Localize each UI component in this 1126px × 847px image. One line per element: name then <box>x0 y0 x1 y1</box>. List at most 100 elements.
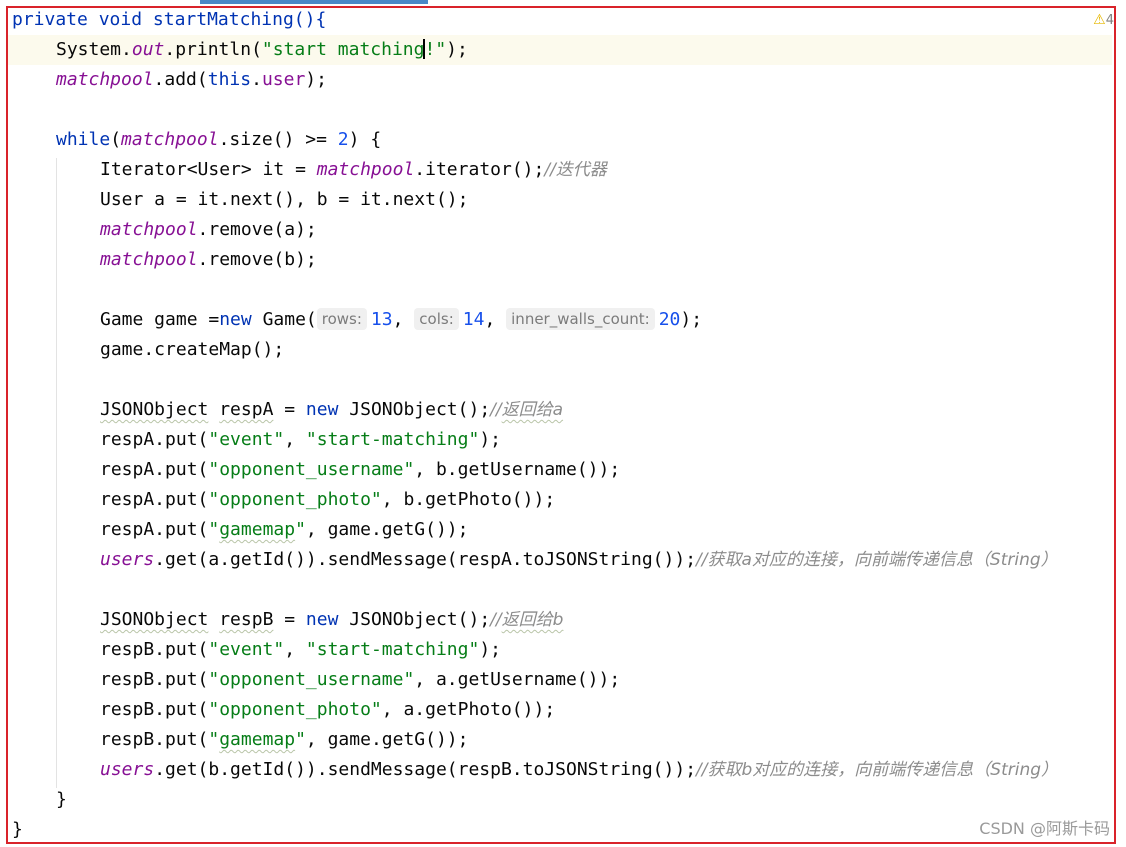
code-line[interactable]: respB.put("opponent_username", a.getUser… <box>100 665 620 695</box>
code-token: = <box>273 399 306 420</box>
code-line[interactable]: Iterator<User> it = matchpool.iterator()… <box>100 155 607 185</box>
code-token: .get(b.getId()).sendMessage(respB.toJSON… <box>154 759 697 780</box>
code-token: ) { <box>348 129 382 150</box>
code-token: , <box>284 639 306 660</box>
keyword: new <box>219 309 252 330</box>
code-token: respB <box>219 609 274 630</box>
comment: 返回给b <box>501 610 564 630</box>
code-token: Game game = <box>100 309 220 330</box>
number-literal: 20 <box>658 309 681 330</box>
comment: // <box>490 400 502 420</box>
warning-indicator[interactable]: ⚠4 <box>1093 12 1114 28</box>
string-literal: gamemap <box>219 519 296 540</box>
code-token: .iterator(); <box>414 159 545 180</box>
active-tab-indicator[interactable] <box>200 0 428 4</box>
code-token: Iterator<User> it = <box>100 159 317 180</box>
string-literal: " <box>295 519 306 540</box>
string-literal: "opponent_username" <box>208 459 415 480</box>
code-token: Game( <box>251 309 317 330</box>
comment: //迭代器 <box>544 160 607 180</box>
code-token: ); <box>479 639 501 660</box>
code-line[interactable]: users.get(a.getId()).sendMessage(respA.t… <box>100 545 1058 575</box>
static-field: matchpool <box>56 69 154 90</box>
comment: // <box>490 610 502 630</box>
code-token: .println( <box>164 39 262 60</box>
code-token: ); <box>446 39 468 60</box>
static-field: users <box>100 549 155 570</box>
parameter-hint: rows: <box>316 308 367 330</box>
code-line[interactable]: users.get(b.getId()).sendMessage(respB.t… <box>100 755 1058 785</box>
comment: //获取b对应的连接，向前端传递信息（String） <box>696 760 1059 780</box>
code-line[interactable]: respB.put("gamemap", game.getG()); <box>100 725 468 755</box>
code-line[interactable]: JSONObject respA = new JSONObject();//返回… <box>100 395 563 425</box>
editor-tab-bar <box>0 0 1126 4</box>
current-code-line[interactable]: System.out.println("start matching!"); <box>8 35 1112 65</box>
code-line[interactable]: respA.put("opponent_photo", b.getPhoto()… <box>100 485 555 515</box>
comment: 返回给a <box>501 400 564 420</box>
code-token: , b.getUsername()); <box>414 459 621 480</box>
method-declaration: startMatching(){ <box>152 9 327 30</box>
code-line[interactable]: respB.put("opponent_photo", a.getPhoto()… <box>100 695 555 725</box>
code-line[interactable]: game.createMap(); <box>100 335 284 365</box>
code-line[interactable]: Game game =new Game(rows: 13, cols: 14, in… <box>100 305 702 335</box>
code-line[interactable]: while(matchpool.size() >= 2) { <box>56 125 381 155</box>
static-field: matchpool <box>100 249 198 270</box>
string-literal: !" <box>424 39 447 60</box>
warning-triangle-icon: ⚠ <box>1093 12 1106 28</box>
code-token: JSONObject <box>100 399 209 420</box>
code-token: .get(a.getId()).sendMessage(respA.toJSON… <box>154 549 697 570</box>
code-token: ); <box>680 309 703 330</box>
string-literal: "start matching <box>261 39 425 60</box>
code-line[interactable]: matchpool.add(this.user); <box>56 65 327 95</box>
string-literal: "opponent_photo" <box>208 489 382 510</box>
code-token: , game.getG()); <box>305 729 469 750</box>
code-token: System. <box>56 39 132 60</box>
parameter-hint: cols: <box>414 308 459 330</box>
string-literal: " <box>208 729 220 750</box>
code-token: JSONObject <box>100 609 209 630</box>
string-literal: "opponent_username" <box>208 669 415 690</box>
code-token: respA.put( <box>100 429 209 450</box>
keyword: private <box>12 9 88 30</box>
code-line[interactable]: matchpool.remove(a); <box>100 215 317 245</box>
string-literal: "start-matching" <box>305 639 480 660</box>
code-token: , a.getPhoto()); <box>381 699 556 720</box>
code-line[interactable]: respB.put("event", "start-matching"); <box>100 635 501 665</box>
code-token: respB.put( <box>100 699 209 720</box>
code-line[interactable]: respA.put("opponent_username", b.getUser… <box>100 455 620 485</box>
code-token: , game.getG()); <box>305 519 469 540</box>
code-token: .remove(b); <box>197 249 317 270</box>
code-token: game.createMap(); <box>100 339 285 360</box>
code-line[interactable]: } <box>12 815 23 842</box>
string-literal: "start-matching" <box>305 429 480 450</box>
static-field: matchpool <box>100 219 198 240</box>
watermark: CSDN @阿斯卡码 <box>979 819 1110 838</box>
code-token: respB.put( <box>100 639 209 660</box>
number-literal: 14 <box>462 309 485 330</box>
code-line[interactable]: private void startMatching(){ <box>12 8 326 35</box>
code-line[interactable]: respA.put("gamemap", game.getG()); <box>100 515 468 545</box>
field: user <box>261 69 306 90</box>
keyword: new <box>305 399 339 420</box>
warning-count: 4 <box>1105 13 1114 28</box>
code-line[interactable]: } <box>56 785 67 815</box>
code-token: JSONObject(); <box>338 399 491 420</box>
static-field: out <box>131 39 165 60</box>
string-literal: " <box>208 519 220 540</box>
static-field: matchpool <box>121 129 219 150</box>
string-literal: "opponent_photo" <box>208 699 382 720</box>
code-line[interactable]: matchpool.remove(b); <box>100 245 317 275</box>
code-token: respB.put( <box>100 729 209 750</box>
code-token: } <box>56 789 67 810</box>
keyword: void <box>98 9 143 30</box>
code-token: , b.getPhoto()); <box>381 489 556 510</box>
string-literal: gamemap <box>219 729 296 750</box>
code-line[interactable]: respA.put("event", "start-matching"); <box>100 425 501 455</box>
code-token: = <box>273 609 306 630</box>
code-line[interactable]: User a = it.next(), b = it.next(); <box>100 185 468 215</box>
number-literal: 2 <box>337 129 349 150</box>
code-token: ); <box>305 69 327 90</box>
code-editor[interactable]: ⚠4 private void startMatching(){ System.… <box>8 8 1114 842</box>
code-line[interactable]: JSONObject respB = new JSONObject();//返回… <box>100 605 563 635</box>
